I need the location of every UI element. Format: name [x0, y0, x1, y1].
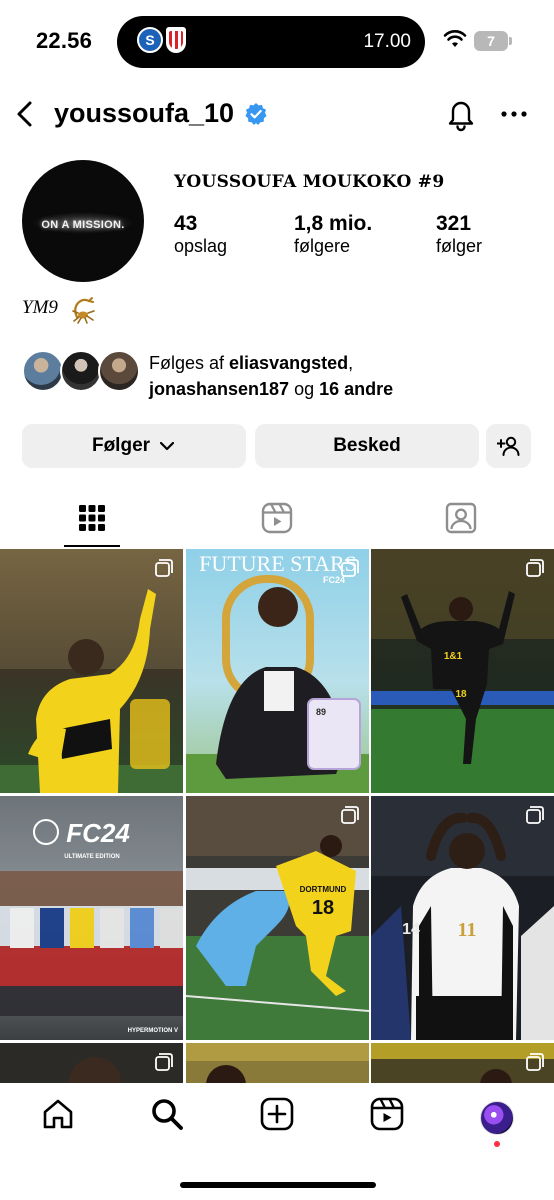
- following-button[interactable]: Følger: [22, 424, 246, 468]
- multiple-posts-icon: [341, 559, 359, 577]
- create-icon: [260, 1097, 294, 1131]
- tab-tagged[interactable]: [441, 498, 481, 538]
- stat-following-label: følger: [436, 236, 483, 256]
- game-edition-text: ULTIMATE EDITION: [64, 854, 119, 860]
- post-tile[interactable]: [0, 549, 183, 793]
- status-time: 22.56: [36, 28, 93, 53]
- team1-badge-icon: S: [137, 27, 163, 53]
- multiple-posts-icon: [155, 559, 173, 577]
- post-image: 89 FUTURE STARS FC24: [186, 549, 369, 793]
- stat-followers-label: følgere: [294, 236, 351, 256]
- shirt-number-text: 18: [455, 689, 467, 700]
- nav-reels[interactable]: [367, 1094, 407, 1134]
- battery-icon: 7: [474, 31, 508, 51]
- post-tile[interactable]: FC24 ULTIMATE EDITION HYPERMOTION V: [0, 796, 183, 1040]
- stat-following-value: 321: [436, 212, 472, 235]
- display-name: YOUSSOUFA MOUKOKO #9: [174, 172, 445, 192]
- back-chevron-icon[interactable]: [10, 98, 40, 130]
- profile-username: youssoufa_10: [54, 98, 235, 128]
- post-tile[interactable]: DORTMUND 18: [186, 796, 369, 1040]
- stat-following[interactable]: 321 følger: [436, 212, 482, 257]
- wifi-icon: [443, 30, 467, 47]
- tagged-icon: [445, 502, 477, 534]
- follower-avatar[interactable]: [22, 350, 64, 392]
- stat-followers-value: 1,8 mio.: [294, 212, 373, 235]
- multiple-posts-icon: [526, 1053, 544, 1071]
- team2-badge-icon: [166, 27, 186, 53]
- multiple-posts-icon: [155, 1053, 173, 1071]
- tab-reels[interactable]: [257, 498, 297, 538]
- followed-by-comma: ,: [348, 353, 354, 373]
- multiple-posts-icon: [526, 806, 544, 824]
- followed-by-user2[interactable]: jonashansen187: [149, 379, 289, 399]
- notification-bell-icon[interactable]: [444, 96, 478, 132]
- post-image: 1&1 18: [371, 549, 554, 793]
- bio-text: YM9: [22, 297, 58, 318]
- player-card-rating: 89: [316, 707, 326, 717]
- follower-avatar[interactable]: [60, 350, 102, 392]
- post-tile[interactable]: 11 14: [371, 796, 554, 1040]
- post-tile[interactable]: [186, 1043, 369, 1083]
- game-footer-text: HYPERMOTION V: [128, 1028, 178, 1034]
- more-icon[interactable]: [500, 100, 528, 128]
- shirt-name-text: DORTMUND: [300, 885, 347, 894]
- grid-icon: [79, 505, 105, 531]
- follower-avatar[interactable]: [98, 350, 140, 392]
- multiple-posts-icon: [341, 806, 359, 824]
- reels-icon: [261, 502, 293, 534]
- reels-icon: [370, 1097, 404, 1131]
- verified-badge-icon: [245, 103, 267, 125]
- post-title-text: FUTURE STARS: [199, 551, 357, 576]
- game-logo-text: FC24: [66, 818, 130, 848]
- post-tile[interactable]: [371, 1043, 554, 1083]
- message-button-label: Besked: [333, 435, 401, 456]
- search-icon: [152, 1099, 183, 1130]
- stat-posts-value: 43: [174, 212, 198, 235]
- bg-shirt-number-text: 14: [402, 921, 420, 938]
- followed-by-text[interactable]: Følges af eliasvangsted, jonashansen187 …: [149, 350, 539, 402]
- notification-dot: [494, 1141, 500, 1147]
- battery-nub: [509, 37, 512, 45]
- shirt-number-text: 18: [312, 897, 334, 919]
- tab-active-indicator: [64, 545, 120, 547]
- multiple-posts-icon: [526, 559, 544, 577]
- live-activity-time: 17.00: [363, 31, 411, 52]
- post-image: [186, 1043, 369, 1083]
- stat-posts-label: opslag: [174, 236, 228, 256]
- followed-by-prefix: Følges af: [149, 353, 230, 373]
- post-image: [0, 549, 183, 793]
- scorpion-icon: [72, 297, 95, 324]
- post-image: 11 14: [371, 796, 554, 1040]
- nav-profile-avatar[interactable]: [480, 1101, 514, 1135]
- add-user-icon: [496, 436, 519, 456]
- followed-by-others[interactable]: 16 andre: [319, 379, 393, 399]
- following-button-label: Følger: [91, 435, 151, 456]
- message-button[interactable]: Besked: [255, 424, 479, 468]
- post-tile[interactable]: 1&1 18: [371, 549, 554, 793]
- home-indicator[interactable]: [180, 1182, 376, 1188]
- avatar-text: ON A MISSION.: [41, 219, 125, 231]
- chevron-down-icon: [159, 441, 175, 451]
- post-tile[interactable]: [0, 1043, 183, 1083]
- followed-by-joiner: og: [289, 379, 320, 399]
- post-image: DORTMUND 18: [186, 796, 369, 1040]
- nav-search[interactable]: [147, 1094, 187, 1134]
- home-icon: [43, 1099, 73, 1129]
- post-image: FC24 ULTIMATE EDITION HYPERMOTION V: [0, 796, 183, 1040]
- shirt-sponsor-text: 1&1: [444, 651, 463, 662]
- tab-posts[interactable]: [72, 498, 112, 538]
- post-tile[interactable]: 89 FUTURE STARS FC24: [186, 549, 369, 793]
- stat-posts[interactable]: 43 opslag: [174, 212, 227, 257]
- stat-followers[interactable]: 1,8 mio. følgere: [294, 212, 372, 257]
- shirt-number-text: 11: [458, 919, 477, 941]
- profile-avatar[interactable]: ON A MISSION.: [22, 160, 144, 282]
- nav-home[interactable]: [38, 1094, 78, 1134]
- suggested-users-button[interactable]: [486, 424, 531, 468]
- nav-create[interactable]: [257, 1094, 297, 1134]
- followed-by-user1[interactable]: eliasvangsted: [229, 353, 348, 373]
